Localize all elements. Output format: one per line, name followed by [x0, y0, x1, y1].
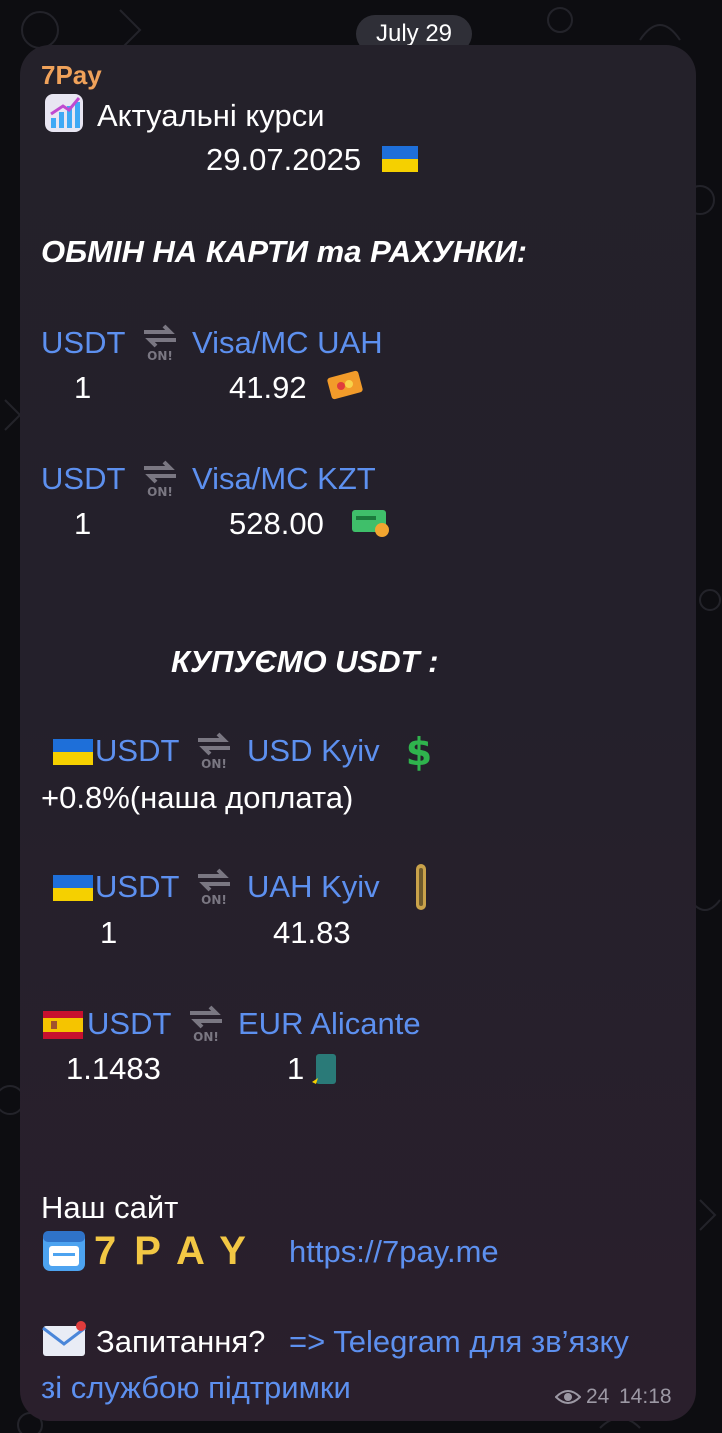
buy2-right-value: 41.83 — [273, 915, 351, 950]
chart-up-icon — [45, 94, 83, 132]
buy3-right-value: 1 — [287, 1051, 305, 1086]
rates-date: 29.07.2025 — [206, 142, 362, 177]
row2-right-value: 528.00 — [229, 506, 324, 541]
row1-right-value: 41.92 — [229, 370, 307, 405]
spain-flag-icon — [43, 1011, 83, 1039]
support-link-line1[interactable]: => Telegram для зв’язку — [289, 1322, 629, 1362]
svg-text:ON!: ON! — [201, 893, 227, 907]
brand-letter: A — [175, 1229, 220, 1273]
swap-on-icon: ON! — [144, 460, 176, 499]
question-label: Запитання? — [96, 1324, 266, 1359]
row2-to[interactable]: Visa/MC KZT — [192, 459, 376, 499]
svg-text:ON!: ON! — [193, 1030, 219, 1044]
browser-icon — [43, 1231, 85, 1271]
dollar-icon: $ — [406, 730, 432, 772]
buy1-to[interactable]: USD Kyiv — [247, 731, 380, 771]
ukraine-flag-icon — [53, 875, 93, 901]
section-cards-heading: ОБМІН НА КАРТИ та РАХУНКИ: — [41, 234, 527, 269]
site-link[interactable]: https://7pay.me — [289, 1232, 499, 1272]
message-title: Актуальні курси — [97, 98, 325, 133]
buy3-to[interactable]: EUR Alicante — [238, 1004, 421, 1044]
coin-icon — [416, 864, 426, 910]
svg-text:$: $ — [406, 730, 432, 772]
eye-icon — [555, 1390, 581, 1404]
ukraine-flag-icon — [382, 146, 418, 172]
row1-from[interactable]: USDT — [41, 323, 125, 363]
svg-text:ON!: ON! — [147, 485, 173, 499]
brand-letter: P — [134, 1229, 176, 1273]
row2-from[interactable]: USDT — [41, 459, 125, 499]
buy3-left-value: 1.1483 — [66, 1051, 161, 1086]
section-buy-heading: КУПУЄМО USDT : — [171, 644, 439, 679]
svg-text:ON!: ON! — [147, 349, 173, 363]
euro-note-icon — [312, 1054, 336, 1084]
row1-left-value: 1 — [74, 370, 92, 405]
buy2-to[interactable]: UAH Kyiv — [247, 867, 380, 907]
view-count: 24 — [586, 1385, 610, 1408]
brand-letter: Y — [219, 1229, 264, 1273]
card-icon — [327, 370, 363, 400]
swap-on-icon: ON! — [190, 1005, 222, 1044]
support-link-line2[interactable]: зі службою підтримки — [41, 1368, 351, 1408]
swap-on-icon: ON! — [198, 868, 230, 907]
buy2-from[interactable]: USDT — [95, 867, 179, 907]
svg-text:ON!: ON! — [201, 757, 227, 771]
row1-to[interactable]: Visa/MC UAH — [192, 323, 383, 363]
sender-name[interactable]: 7Pay — [41, 55, 102, 95]
money-card-icon — [352, 510, 389, 537]
brand-logo: 7PAY — [94, 1227, 264, 1275]
buy3-from[interactable]: USDT — [87, 1004, 171, 1044]
ukraine-flag-icon — [53, 739, 93, 765]
message-time: 14:18 — [619, 1385, 672, 1408]
swap-on-icon: ON! — [144, 324, 176, 363]
buy1-note: +0.8%(наша доплата) — [41, 780, 354, 815]
brand-letter: 7 — [94, 1229, 135, 1273]
buy2-left-value: 1 — [100, 915, 118, 950]
swap-on-icon: ON! — [198, 732, 230, 771]
buy1-from[interactable]: USDT — [95, 731, 179, 771]
envelope-icon — [42, 1321, 86, 1356]
site-label: Наш сайт — [41, 1190, 179, 1225]
row2-left-value: 1 — [74, 506, 92, 541]
